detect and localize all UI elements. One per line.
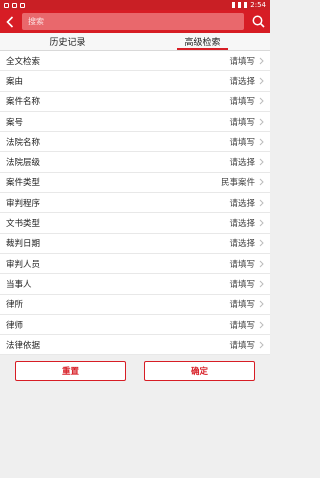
form-row-label: 案号 bbox=[6, 117, 24, 128]
form-row[interactable]: 全文检索 请填写 bbox=[0, 51, 270, 72]
chevron-right-icon bbox=[259, 219, 264, 227]
form-row-value-group: 请填写 bbox=[229, 298, 264, 310]
form-row[interactable]: 裁判日期 请选择 bbox=[0, 234, 270, 254]
chevron-right-icon bbox=[259, 138, 264, 146]
chevron-right-icon bbox=[259, 118, 264, 126]
form-row-value-group: 请选择 bbox=[229, 237, 264, 249]
form-row-label: 案件类型 bbox=[6, 178, 41, 189]
search-box[interactable] bbox=[22, 13, 244, 30]
status-time: 2:54 bbox=[250, 1, 266, 9]
back-arrow-icon[interactable] bbox=[4, 14, 16, 30]
form-row-value: 请选择 bbox=[229, 158, 255, 169]
form-row-value-group: 请填写 bbox=[229, 136, 264, 148]
form-row-value-group: 请填写 bbox=[229, 278, 264, 290]
form-row-value: 请填写 bbox=[229, 97, 255, 108]
form-actions: 重置 确定 bbox=[0, 355, 270, 382]
chevron-right-icon bbox=[259, 280, 264, 288]
form-row-value-group: 请填写 bbox=[229, 319, 264, 331]
chevron-right-icon bbox=[259, 178, 264, 186]
form-row-value-group: 请选择 bbox=[229, 75, 264, 87]
form-row-value: 请选择 bbox=[229, 239, 255, 250]
form-row-label: 律所 bbox=[6, 300, 24, 311]
form-row-label: 案件名称 bbox=[6, 97, 41, 108]
form-row-value: 请填写 bbox=[229, 340, 255, 351]
form-row-value-group: 请填写 bbox=[229, 339, 264, 351]
form-row-label: 文书类型 bbox=[6, 219, 41, 230]
chevron-right-icon bbox=[259, 300, 264, 308]
form-row-label: 法律依据 bbox=[6, 340, 41, 351]
form-row[interactable]: 当事人 请填写 bbox=[0, 274, 270, 295]
form-row-label: 裁判日期 bbox=[6, 239, 41, 250]
form-row-label: 审判程序 bbox=[6, 198, 41, 209]
form-row-value: 请选择 bbox=[229, 219, 255, 230]
form-row[interactable]: 律师 请填写 bbox=[0, 315, 270, 336]
wifi-icon bbox=[232, 2, 236, 8]
form-row-value: 请填写 bbox=[229, 300, 255, 311]
form-row-value-group: 请填写 bbox=[229, 116, 264, 128]
form-row-label: 法院名称 bbox=[6, 137, 41, 148]
form-row[interactable]: 法院层级 请选择 bbox=[0, 152, 270, 173]
chevron-right-icon bbox=[259, 199, 264, 207]
form-row-label: 案由 bbox=[6, 76, 24, 87]
chevron-right-icon bbox=[259, 341, 264, 349]
form-row[interactable]: 审判程序 请选择 bbox=[0, 193, 270, 214]
status-bar-notifications bbox=[4, 2, 25, 8]
chevron-right-icon bbox=[259, 321, 264, 329]
form-row-label: 审判人员 bbox=[6, 259, 41, 270]
form-row-value: 请选择 bbox=[229, 198, 255, 209]
form-row[interactable]: 案由 请选择 bbox=[0, 71, 270, 92]
form-row-value-group: 请填写 bbox=[229, 95, 264, 107]
signal-icon bbox=[238, 2, 242, 8]
form-row[interactable]: 法院名称 请填写 bbox=[0, 132, 270, 153]
form-row-value: 请填写 bbox=[229, 137, 255, 148]
form-row-value-group: 民事案件 bbox=[221, 176, 264, 188]
form-row[interactable]: 案件类型 民事案件 bbox=[0, 173, 270, 194]
chevron-right-icon bbox=[259, 260, 264, 268]
chevron-right-icon bbox=[259, 239, 264, 247]
form-row-label: 律师 bbox=[6, 320, 24, 331]
search-icon[interactable] bbox=[250, 14, 266, 30]
form-row-label: 当事人 bbox=[6, 279, 32, 290]
form-row-value: 请选择 bbox=[229, 76, 255, 87]
form-row-value-group: 请选择 bbox=[229, 197, 264, 209]
search-header bbox=[0, 10, 270, 33]
tab-history[interactable]: 历史记录 bbox=[0, 33, 135, 50]
chevron-right-icon bbox=[259, 97, 264, 105]
tab-advanced-search[interactable]: 高级检索 bbox=[135, 33, 270, 50]
tab-bar: 历史记录 高级检索 bbox=[0, 33, 270, 51]
chevron-right-icon bbox=[259, 77, 264, 85]
form-row-label: 全文检索 bbox=[6, 56, 41, 67]
chevron-right-icon bbox=[259, 57, 264, 65]
form-row-value: 民事案件 bbox=[220, 178, 255, 189]
status-bar: 2:54 bbox=[0, 0, 270, 10]
status-bar-system: 2:54 bbox=[232, 1, 266, 9]
form-row[interactable]: 律所 请填写 bbox=[0, 295, 270, 315]
form-row-value: 请填写 bbox=[229, 56, 255, 67]
search-input[interactable] bbox=[28, 17, 238, 26]
form-row-value: 请填写 bbox=[229, 320, 255, 331]
form-row[interactable]: 审判人员 请填写 bbox=[0, 254, 270, 275]
form-row-value-group: 请填写 bbox=[229, 55, 264, 67]
advanced-search-form: 全文检索 请填写 案由 请选择 案件名称 请填写 案号 请填写 法院名称 请填写 法院层级 请选择 案件… bbox=[0, 51, 270, 356]
form-row-value-group: 请选择 bbox=[229, 156, 264, 168]
form-row-value-group: 请选择 bbox=[229, 217, 264, 229]
form-row-label: 法院层级 bbox=[6, 158, 41, 169]
notification-icon bbox=[4, 2, 9, 8]
form-row[interactable]: 案号 请填写 bbox=[0, 112, 270, 133]
form-row[interactable]: 案件名称 请填写 bbox=[0, 92, 270, 112]
reset-button[interactable]: 重置 bbox=[15, 361, 126, 382]
form-row-value-group: 请填写 bbox=[229, 258, 264, 270]
notification-icon bbox=[12, 2, 17, 8]
form-row[interactable]: 文书类型 请选择 bbox=[0, 213, 270, 234]
form-row[interactable]: 法律依据 请填写 bbox=[0, 335, 270, 356]
form-row-value: 请填写 bbox=[229, 279, 255, 290]
form-row-value: 请填写 bbox=[229, 259, 255, 270]
confirm-button[interactable]: 确定 bbox=[144, 361, 255, 382]
battery-icon bbox=[244, 2, 248, 8]
form-row-value: 请填写 bbox=[229, 117, 255, 128]
chevron-right-icon bbox=[259, 158, 264, 166]
notification-icon bbox=[20, 2, 25, 8]
